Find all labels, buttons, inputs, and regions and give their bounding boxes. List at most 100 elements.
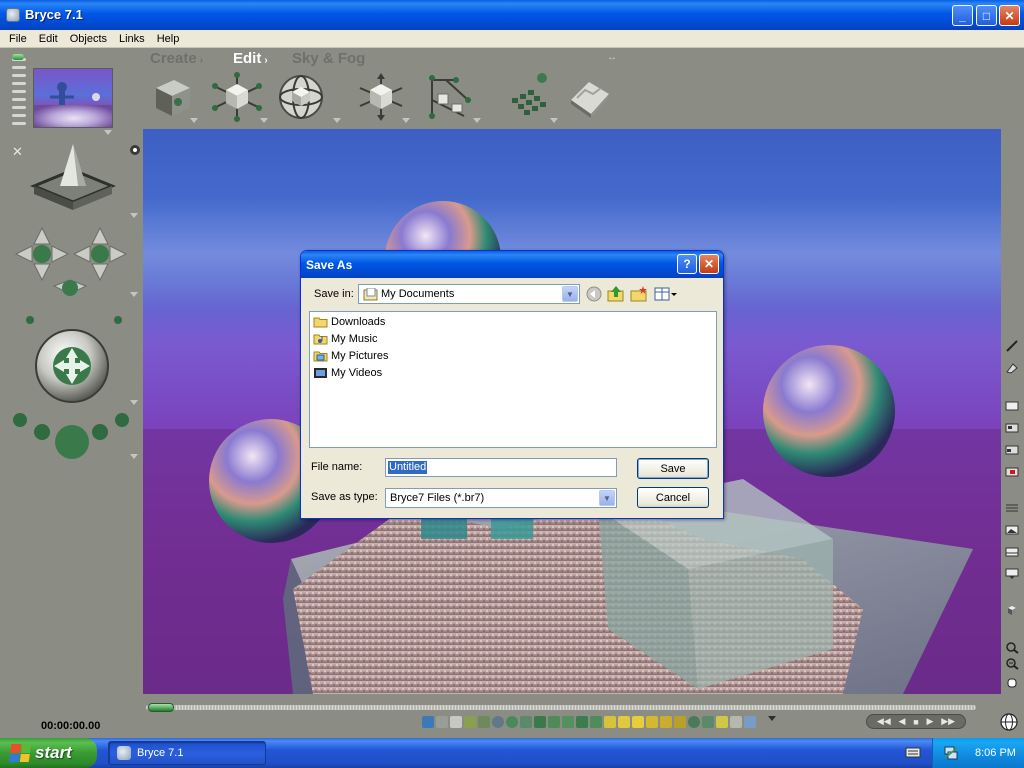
select-flag-icon[interactable] xyxy=(744,716,756,728)
tab-sky-and-fog[interactable]: Sky & Fog xyxy=(292,50,365,67)
material-lab-tool[interactable] xyxy=(148,72,198,122)
view-option-radio-icon[interactable] xyxy=(130,145,140,155)
select-camera-icon[interactable] xyxy=(674,716,686,728)
list-item[interactable]: My Videos xyxy=(313,365,382,381)
select-radial-light-icon[interactable] xyxy=(604,716,616,728)
reposition-dropdown-icon[interactable] xyxy=(402,118,410,123)
brush-icon[interactable] xyxy=(1005,340,1019,352)
fast-forward-icon[interactable]: ▶▶ xyxy=(941,716,955,727)
rotate-dropdown-icon[interactable] xyxy=(333,118,341,123)
dialog-close-button[interactable]: ✕ xyxy=(699,254,719,274)
view-control-stack[interactable] xyxy=(12,58,26,138)
select-cube-icon[interactable] xyxy=(534,716,546,728)
select-tree-icon[interactable] xyxy=(478,716,490,728)
select-group-icon[interactable] xyxy=(688,716,700,728)
globe-icon[interactable] xyxy=(1000,713,1018,731)
select-ring-icon[interactable] xyxy=(730,716,742,728)
material-lab-dropdown-icon[interactable] xyxy=(190,118,198,123)
grid-download-icon[interactable] xyxy=(1005,568,1019,580)
start-button[interactable]: start xyxy=(0,738,97,768)
camera-trackball-icon[interactable] xyxy=(32,326,112,406)
select-square-light-icon[interactable] xyxy=(632,716,644,728)
preview-menu-icon[interactable] xyxy=(104,130,112,135)
view-window-icon[interactable] xyxy=(1005,400,1019,412)
animation-timeline[interactable] xyxy=(146,703,976,712)
select-torus-icon[interactable] xyxy=(506,716,518,728)
select-path-icon[interactable] xyxy=(702,716,714,728)
randomize-dropdown-icon[interactable] xyxy=(550,118,558,123)
step-back-icon[interactable]: ◀ xyxy=(899,716,906,727)
clock[interactable]: 8:06 PM xyxy=(975,747,1016,759)
chevron-down-icon[interactable]: ▼ xyxy=(599,490,615,506)
chevron-down-icon[interactable]: ▼ xyxy=(562,286,578,302)
stop-icon[interactable]: ■ xyxy=(913,717,918,727)
view-menu-icon[interactable] xyxy=(654,286,678,302)
render-stop-icon[interactable] xyxy=(1005,466,1019,478)
resize-dropdown-icon[interactable] xyxy=(260,118,268,123)
view-top-icon[interactable] xyxy=(1005,422,1019,434)
maximize-button[interactable]: □ xyxy=(976,5,997,26)
select-parallel-light-icon[interactable] xyxy=(646,716,658,728)
menu-help[interactable]: Help xyxy=(151,33,186,45)
list-item[interactable]: My Music xyxy=(313,331,377,347)
render-toggle-icon[interactable] xyxy=(12,54,24,60)
window-titlebar[interactable]: Bryce 7.1 _ □ ✕ xyxy=(0,0,1024,30)
select-cloud-icon[interactable] xyxy=(450,716,462,728)
nano-preview[interactable] xyxy=(33,68,113,128)
select-disk-icon[interactable] xyxy=(576,716,588,728)
menu-objects[interactable]: Objects xyxy=(64,33,113,45)
save-button[interactable]: Save xyxy=(637,458,709,479)
align-tool[interactable] xyxy=(424,72,474,122)
menu-links[interactable]: Links xyxy=(113,33,151,45)
list-view-icon[interactable] xyxy=(1005,502,1019,514)
select-infinite-plane-icon[interactable] xyxy=(436,716,448,728)
tab-edit[interactable]: Edit › xyxy=(233,50,268,67)
select-2d-picture-icon[interactable] xyxy=(660,716,672,728)
reset-view-icon[interactable]: ✕ xyxy=(12,144,23,160)
zoom-in-icon[interactable] xyxy=(1005,642,1019,654)
tab-create[interactable]: Create › xyxy=(150,50,203,67)
close-button[interactable]: ✕ xyxy=(999,5,1020,26)
list-item[interactable]: My Pictures xyxy=(313,348,388,364)
back-icon[interactable] xyxy=(585,286,603,302)
zoom-control-icon[interactable] xyxy=(10,404,134,464)
dialog-titlebar[interactable]: Save As ? ✕ xyxy=(301,251,723,278)
camera-view-dropdown-icon[interactable] xyxy=(130,213,138,218)
network-icon[interactable] xyxy=(943,746,959,760)
taskbar-item-bryce[interactable]: Bryce 7.1 xyxy=(108,741,266,765)
sky-view-icon[interactable] xyxy=(1005,524,1019,536)
play-icon[interactable]: ▶ xyxy=(926,716,933,727)
bryce-app-icon[interactable] xyxy=(6,8,20,22)
zoom-out-icon[interactable] xyxy=(1005,658,1019,670)
horizon-view-icon[interactable] xyxy=(1005,546,1019,558)
object-cube-icon[interactable] xyxy=(1005,604,1019,616)
cancel-button[interactable]: Cancel xyxy=(637,487,709,508)
menu-edit[interactable]: Edit xyxy=(33,33,64,45)
file-list[interactable]: Downloads My Music My Pictures My Videos xyxy=(309,311,717,448)
new-folder-icon[interactable] xyxy=(630,286,648,302)
view-side-icon[interactable] xyxy=(1005,444,1019,456)
select-square-icon[interactable] xyxy=(590,716,602,728)
list-item[interactable]: Downloads xyxy=(313,314,385,330)
minimize-button[interactable]: _ xyxy=(952,5,973,26)
reposition-tool[interactable] xyxy=(356,72,406,122)
camera-view-icon[interactable] xyxy=(28,140,118,218)
pan-hand-icon[interactable] xyxy=(1005,676,1019,688)
menu-file[interactable]: File xyxy=(3,33,33,45)
select-spot-light-icon[interactable] xyxy=(618,716,630,728)
dialog-help-button[interactable]: ? xyxy=(677,254,697,274)
resize-tool[interactable] xyxy=(212,72,262,122)
align-dropdown-icon[interactable] xyxy=(473,118,481,123)
rewind-icon[interactable]: ◀◀ xyxy=(877,716,891,727)
camera-cross-dropdown-icon[interactable] xyxy=(130,292,138,297)
eraser-icon[interactable] xyxy=(1005,362,1019,374)
select-sphere-icon[interactable] xyxy=(492,716,504,728)
camera-cross-control-icon[interactable] xyxy=(12,224,132,314)
select-pyramid-icon[interactable] xyxy=(548,716,560,728)
select-water-icon[interactable] xyxy=(422,716,434,728)
select-2a-icon[interactable] xyxy=(716,716,728,728)
selection-dropdown-icon[interactable] xyxy=(768,716,776,721)
select-terrain-icon[interactable] xyxy=(464,716,476,728)
save-as-type-dropdown[interactable]: Bryce7 Files (*.br7) ▼ xyxy=(385,488,617,508)
terrain-editor-tool[interactable] xyxy=(565,72,615,122)
